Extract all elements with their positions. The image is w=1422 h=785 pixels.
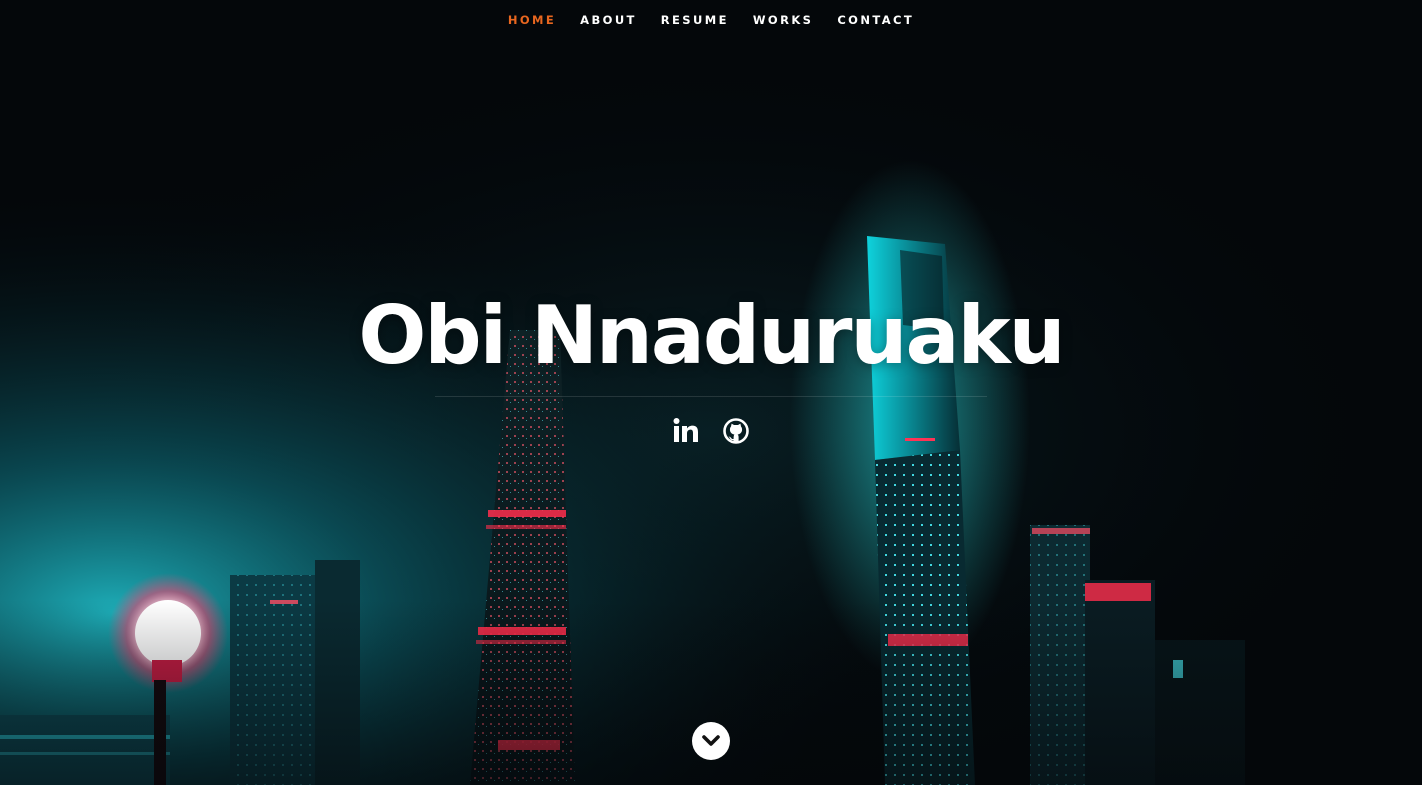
main-nav: HOME ABOUT RESUME WORKS CONTACT xyxy=(0,0,1422,40)
hero-background-image xyxy=(0,0,1422,785)
linkedin-link[interactable] xyxy=(672,414,700,448)
scroll-down-button[interactable] xyxy=(692,722,730,760)
nav-about[interactable]: ABOUT xyxy=(568,1,649,39)
nav-home[interactable]: HOME xyxy=(496,1,568,39)
hero-divider xyxy=(435,396,987,397)
github-icon xyxy=(723,418,749,444)
nav-works[interactable]: WORKS xyxy=(741,1,826,39)
nav-resume[interactable]: RESUME xyxy=(649,1,741,39)
hero-section: HOME ABOUT RESUME WORKS CONTACT Obi Nnad… xyxy=(0,0,1422,785)
linkedin-icon xyxy=(673,418,698,442)
github-link[interactable] xyxy=(722,414,750,448)
social-links xyxy=(0,414,1422,448)
hero-name: Obi Nnaduruaku xyxy=(358,289,1065,382)
chevron-down-icon xyxy=(702,735,720,746)
nav-contact[interactable]: CONTACT xyxy=(825,1,926,39)
